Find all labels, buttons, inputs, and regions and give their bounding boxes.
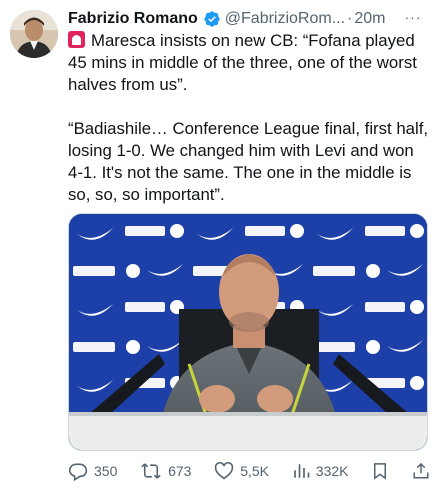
reply-icon (68, 463, 88, 481)
views-icon (293, 464, 310, 478)
share-icon (413, 462, 429, 479)
tweet-text-paragraph-2: “Badiashile… Conference League final, fi… (68, 119, 429, 204)
repost-count: 673 (168, 463, 192, 479)
tweet-text: Maresca insists on new CB: “Fofana playe… (68, 30, 430, 206)
reply-count: 350 (94, 463, 118, 479)
like-count: 5,5K (240, 463, 270, 479)
repost-button[interactable]: 673 (140, 461, 191, 481)
views-button[interactable]: 332K (292, 461, 349, 481)
like-button[interactable]: 5,5K (214, 461, 269, 481)
reply-button[interactable]: 350 (68, 461, 117, 481)
like-icon (215, 462, 234, 480)
tweet-media-photo[interactable] (68, 213, 428, 451)
view-count: 332K (315, 463, 349, 479)
tweet[interactable]: Fabrizio Romano @FabrizioRom... · 20m ··… (0, 0, 438, 500)
siren-icon (68, 31, 85, 48)
bookmark-icon (374, 463, 387, 480)
repost-icon (141, 463, 161, 479)
author-handle[interactable]: @FabrizioRom... (225, 8, 345, 30)
author-name[interactable]: Fabrizio Romano (68, 8, 198, 30)
tweet-header: Fabrizio Romano @FabrizioRom... · 20m ··… (68, 8, 428, 30)
tweet-text-paragraph-1: Maresca insists on new CB: “Fofana playe… (68, 31, 417, 94)
verified-badge-icon (203, 10, 221, 28)
timestamp[interactable]: 20m (354, 8, 385, 30)
separator: · (347, 10, 353, 27)
share-button[interactable] (412, 461, 430, 481)
bookmark-button[interactable] (371, 461, 389, 481)
avatar[interactable] (10, 10, 58, 58)
tweet-actions: 350 673 5,5K 332K (68, 458, 430, 484)
more-icon[interactable]: ··· (402, 8, 424, 30)
